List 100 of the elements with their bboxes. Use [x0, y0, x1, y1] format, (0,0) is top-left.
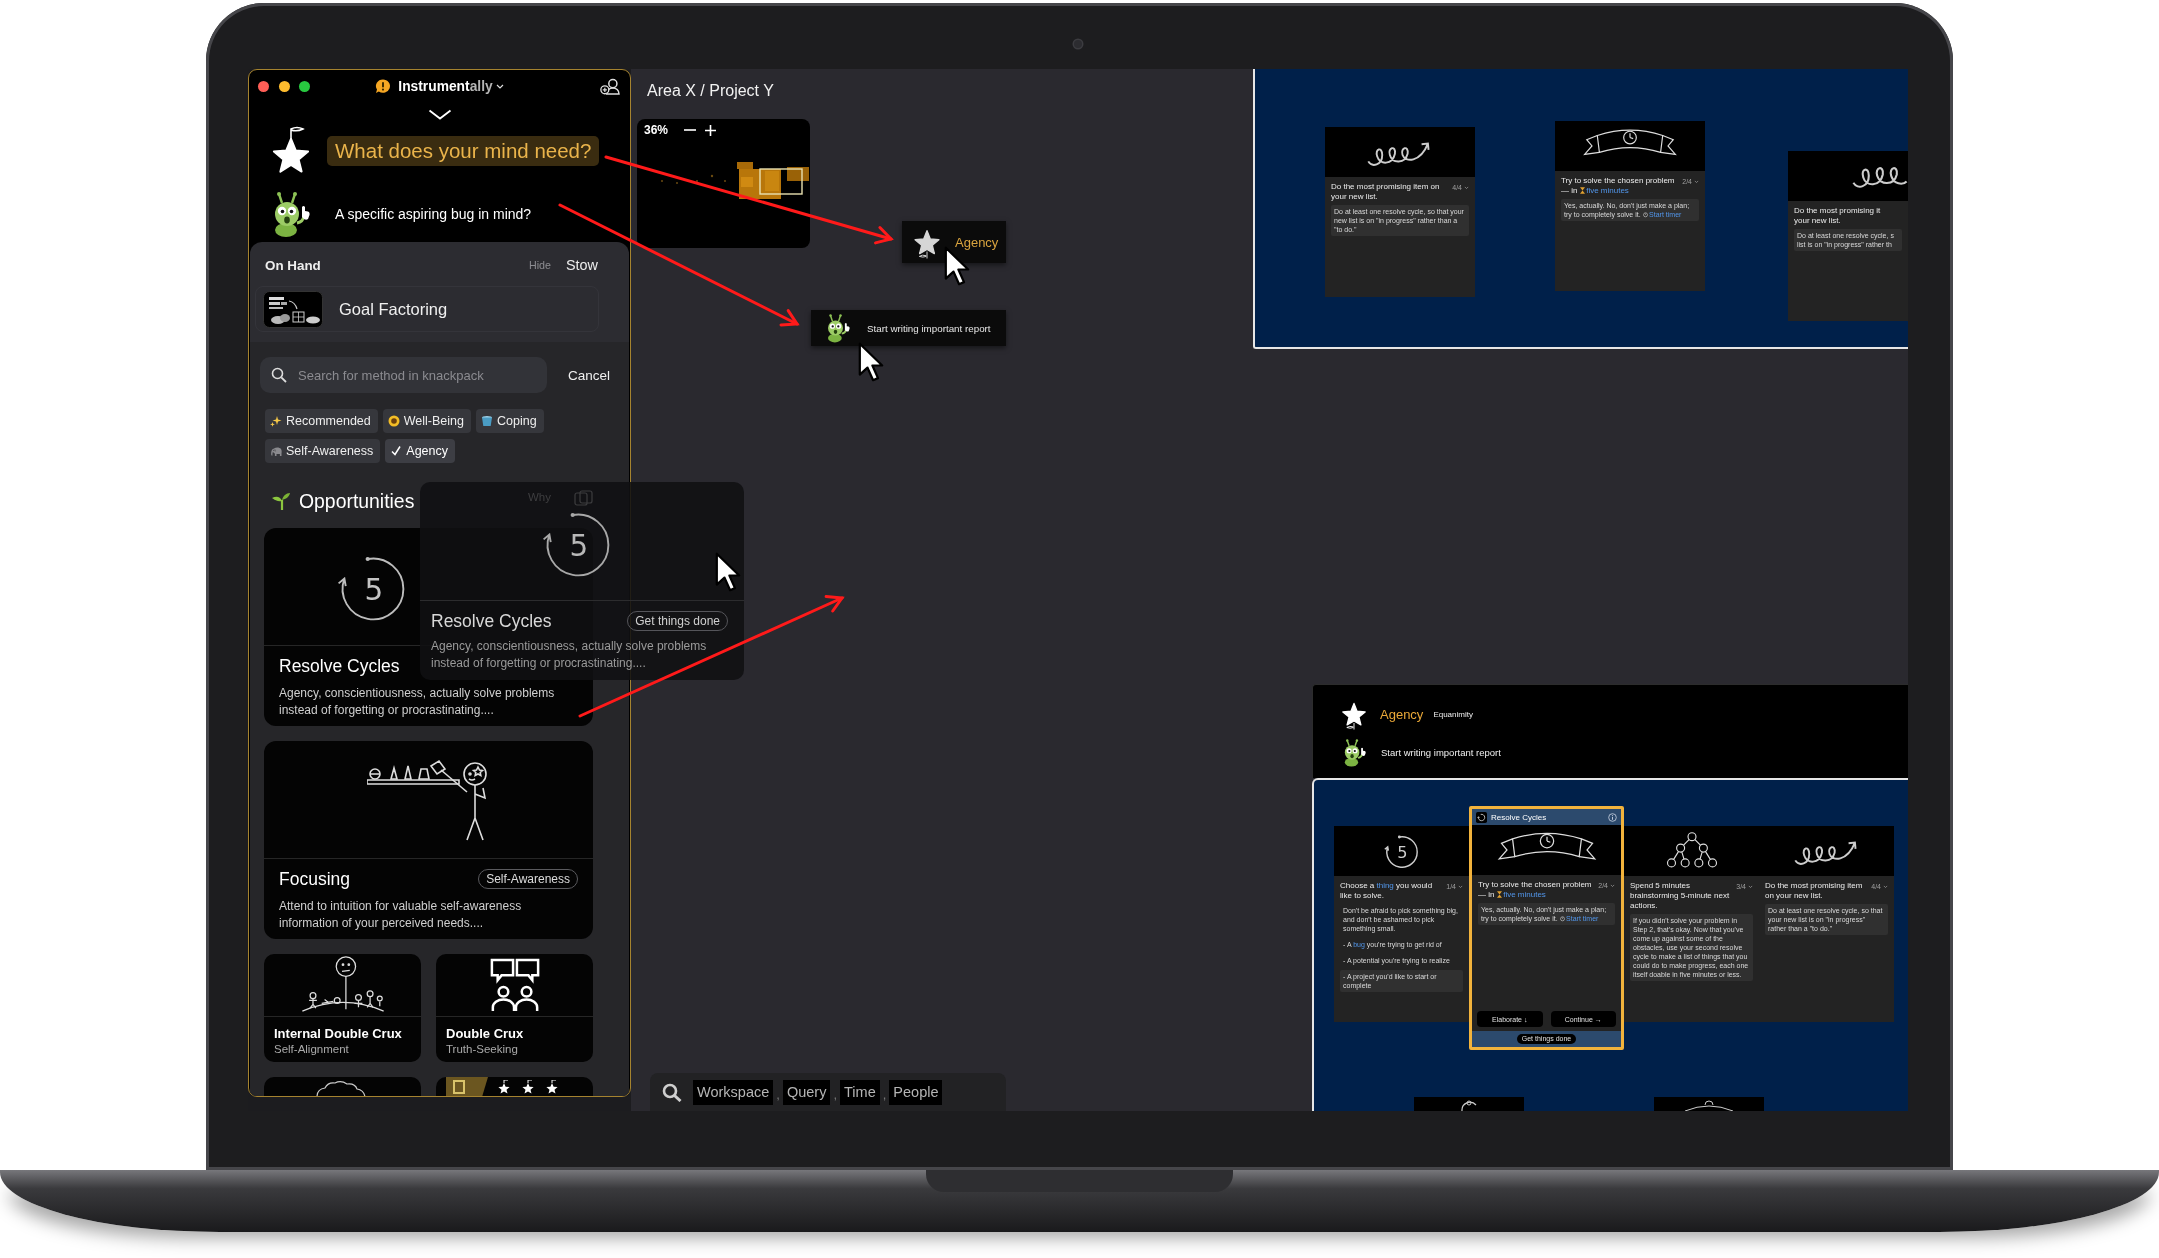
step-title: Try to solve the chosen problem — in five minutes: [1478, 880, 1593, 900]
cycle-icon: [1476, 811, 1487, 823]
zoom-level: 36%: [644, 123, 669, 137]
card-title: Resolve Cycles: [279, 655, 400, 677]
chevron-down-icon: [1458, 884, 1463, 889]
add-user-icon[interactable]: [600, 78, 621, 95]
chevron-down-icon[interactable]: [427, 108, 452, 120]
minimap[interactable]: 36%: [637, 119, 810, 248]
close-button[interactable]: [258, 81, 269, 92]
card-description: Attend to intuition for valuable self-awareness information of your perceived needs....: [278, 898, 523, 931]
cycle-drawing: 5: [334, 548, 411, 625]
chevron-down-icon: [1748, 884, 1753, 889]
breadcrumb: Area X / Project Y: [647, 82, 774, 100]
search-icon: [662, 1082, 682, 1102]
sunflower-icon: [387, 415, 400, 427]
cycle-drawing: 5: [540, 505, 616, 581]
filter-chip[interactable]: Well-Being: [382, 409, 471, 433]
step-title-line: Do the most promising it: [1794, 206, 1882, 216]
separator: ,: [881, 1087, 888, 1102]
section-title: On Hand: [265, 257, 321, 273]
caret-icon: [495, 84, 504, 89]
step-title: Do the most promising item on your new list.: [1331, 182, 1441, 202]
sparkles-icon: [270, 415, 282, 427]
viewport-frame[interactable]: [759, 168, 803, 195]
need-label[interactable]: Agency: [1380, 706, 1424, 722]
stow-button[interactable]: Stow: [566, 257, 598, 273]
hourglass-icon: [1579, 187, 1585, 194]
two-people-drawing: [488, 957, 541, 1013]
filter-chip[interactable]: Recommended: [265, 409, 378, 433]
sprout-icon: [272, 492, 290, 510]
card-description: Agency, conscientiousness, actually solve problems instead of forgetting or procrastinating....: [278, 685, 556, 718]
camera-icon: [1074, 40, 1082, 48]
node-label: Agency: [955, 234, 999, 250]
step-title: Spend 5 minutes brainstorming 5-minute next actions.: [1630, 881, 1731, 911]
step-card[interactable]: [1414, 1097, 1524, 1111]
search-field[interactable]: Search for method in knackpack: [260, 357, 547, 393]
alert-icon: [375, 79, 392, 94]
inline-link[interactable]: five minutes: [1579, 186, 1629, 195]
chevron-down-icon: [1694, 179, 1699, 184]
query-token[interactable]: Workspace: [693, 1079, 774, 1105]
method-card[interactable]: Double Crux Truth-Seeking: [436, 954, 593, 1062]
cycle-drawing: 5: [1382, 832, 1421, 870]
card-header-title: Resolve Cycles: [1491, 812, 1547, 822]
filter-chip[interactable]: Coping: [476, 409, 544, 433]
chevron-down-icon: [1464, 185, 1469, 190]
card-title: Double Crux: [445, 1026, 525, 1041]
app-menu-button[interactable]: Instrumentally: [398, 79, 504, 94]
method-thumbnail: [263, 290, 323, 328]
star-icon: [520, 1080, 536, 1096]
star-icon: [496, 1080, 512, 1096]
card-subtitle: Self-Alignment: [273, 1043, 350, 1055]
method-row[interactable]: Goal Factoring: [255, 286, 599, 332]
inline-link[interactable]: five minutes: [1496, 890, 1546, 899]
minimize-button[interactable]: [278, 81, 290, 92]
card-title: Internal Double Crux: [273, 1026, 403, 1041]
search-icon: [271, 367, 287, 383]
method-card[interactable]: Focusing Self-Awareness Attend to intuition for valuable self-awareness information of your perceived needs....: [264, 741, 593, 939]
elephant-icon: [270, 445, 282, 457]
step-card[interactable]: [1654, 1097, 1764, 1111]
cancel-button[interactable]: Cancel: [568, 367, 611, 383]
hourglass-icon: [1496, 891, 1502, 898]
query-bar[interactable]: Workspace , Query , Time , People: [650, 1073, 1006, 1111]
prompt-option[interactable]: What does your mind need?: [327, 136, 600, 166]
chevron-down-icon: [1883, 884, 1888, 889]
step-card[interactable]: [1624, 826, 1759, 1022]
inline-link[interactable]: thing: [1376, 881, 1394, 890]
zoom-in-icon[interactable]: [705, 124, 717, 136]
timer-icon: [1642, 211, 1648, 218]
info-icon[interactable]: [1608, 812, 1617, 822]
filter-chip[interactable]: Self-Awareness: [265, 439, 381, 463]
step-title: Try to solve the chosen problem — in five minutes: [1561, 176, 1676, 196]
method-title: Goal Factoring: [339, 299, 448, 319]
star-icon: [544, 1080, 560, 1096]
step-title: Do the most promising item on your new list.: [1765, 881, 1864, 901]
chevron-down-icon: [1610, 883, 1615, 888]
query-token[interactable]: Query: [782, 1079, 831, 1105]
filter-chip[interactable]: Agency: [385, 439, 455, 463]
card-title: Resolve Cycles: [431, 610, 552, 632]
query-token[interactable]: Time: [840, 1079, 880, 1105]
prompt-option[interactable]: A specific aspiring bug in mind?: [327, 205, 540, 222]
cursor-icon: [857, 341, 885, 383]
query-token[interactable]: People: [889, 1079, 943, 1105]
need-tag: Equanimity: [1433, 709, 1473, 719]
canvas-node[interactable]: Agency: [902, 221, 1006, 263]
hide-button[interactable]: Hide: [529, 259, 551, 271]
card-title: Focusing: [279, 868, 350, 890]
separator: ,: [832, 1087, 838, 1102]
check-icon: [390, 445, 403, 457]
step-title: Choose a thing you would like to solve.: [1340, 881, 1434, 901]
node-label: Start writing important report: [867, 322, 991, 334]
zoom-button[interactable]: [299, 81, 310, 92]
cards-icon: [574, 490, 594, 506]
timer-icon: [1559, 915, 1565, 922]
card-description: Agency, conscientiousness, actually solve problems instead of forgetting or procrastinating....: [430, 638, 708, 672]
method-card[interactable]: Internal Double Crux Self-Alignment: [264, 954, 421, 1062]
step-card[interactable]: [1334, 826, 1469, 1022]
method-card[interactable]: [436, 1077, 593, 1096]
canvas-node[interactable]: Start writing important report: [811, 310, 1006, 346]
bug-label[interactable]: Start writing important report: [1381, 747, 1501, 758]
tile-drawing: [446, 1077, 488, 1096]
